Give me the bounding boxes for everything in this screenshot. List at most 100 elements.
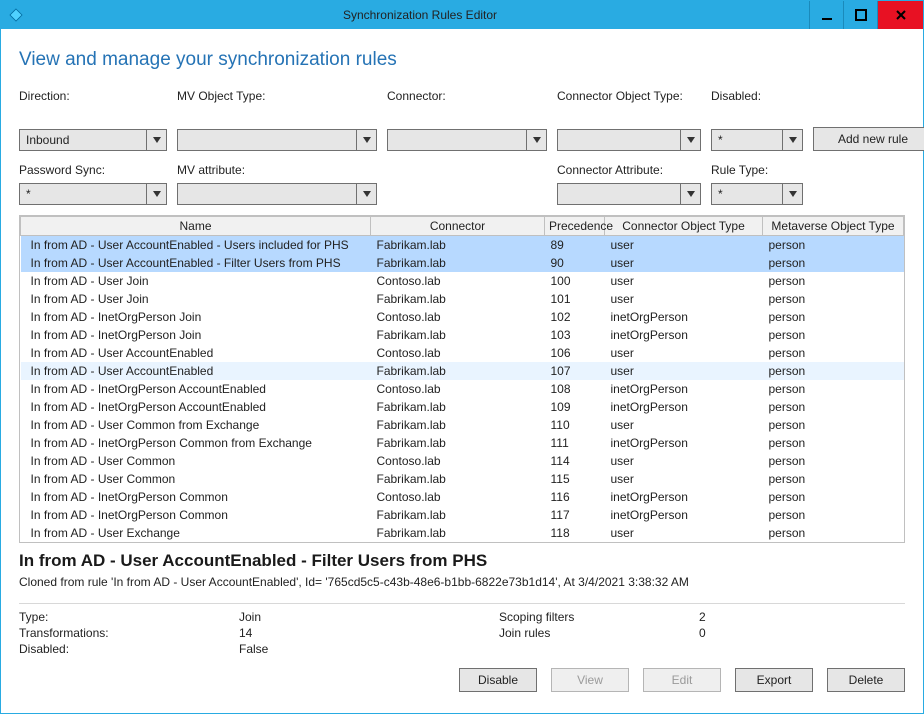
maximize-button[interactable] (843, 1, 877, 29)
cell-connector: Fabrikam.lab (371, 290, 545, 308)
mv-attribute-select[interactable] (177, 183, 377, 205)
window-title: Synchronization Rules Editor (31, 8, 809, 22)
table-row[interactable]: In from AD - InetOrgPerson Common from E… (21, 434, 904, 452)
cell-name: In from AD - User AccountEnabled (21, 362, 371, 380)
connector-object-type-label: Connector Object Type: (557, 89, 701, 103)
close-button[interactable] (877, 1, 923, 29)
chevron-down-icon (680, 184, 700, 204)
table-row[interactable]: In from AD - User JoinContoso.lab100user… (21, 272, 904, 290)
direction-select[interactable]: Inbound (19, 129, 167, 151)
cell-metaverse-object-type: person (763, 452, 904, 470)
rules-table[interactable]: Name Connector Precedence Connector Obje… (19, 215, 905, 543)
cell-connector: Contoso.lab (371, 272, 545, 290)
password-sync-select[interactable]: * (19, 183, 167, 205)
cell-metaverse-object-type: person (763, 344, 904, 362)
col-metaverse-object-type[interactable]: Metaverse Object Type (763, 217, 904, 236)
mv-object-type-select[interactable] (177, 129, 377, 151)
password-sync-label: Password Sync: (19, 163, 167, 177)
cell-name: In from AD - User AccountEnabled - Users… (21, 236, 371, 255)
cell-metaverse-object-type: person (763, 470, 904, 488)
cell-metaverse-object-type: person (763, 362, 904, 380)
table-row[interactable]: In from AD - User AccountEnabled - Users… (21, 236, 904, 255)
cell-precedence: 110 (545, 416, 605, 434)
detail-type-label: Type: (19, 610, 239, 624)
cell-precedence: 90 (545, 254, 605, 272)
cell-connector: Contoso.lab (371, 380, 545, 398)
col-name[interactable]: Name (21, 217, 371, 236)
table-row[interactable]: In from AD - User JoinFabrikam.lab101use… (21, 290, 904, 308)
cell-precedence: 101 (545, 290, 605, 308)
edit-button[interactable]: Edit (643, 668, 721, 692)
table-row[interactable]: In from AD - InetOrgPerson JoinContoso.l… (21, 308, 904, 326)
cell-metaverse-object-type: person (763, 236, 904, 255)
cell-precedence: 111 (545, 434, 605, 452)
cell-connector-object-type: user (605, 470, 763, 488)
mv-attribute-label: MV attribute: (177, 163, 377, 177)
cell-connector: Fabrikam.lab (371, 362, 545, 380)
cell-connector-object-type: user (605, 452, 763, 470)
cell-connector: Contoso.lab (371, 452, 545, 470)
disable-button[interactable]: Disable (459, 668, 537, 692)
col-connector[interactable]: Connector (371, 217, 545, 236)
delete-button[interactable]: Delete (827, 668, 905, 692)
detail-scoping-label: Scoping filters (499, 610, 699, 624)
cell-precedence: 107 (545, 362, 605, 380)
cell-connector-object-type: user (605, 272, 763, 290)
table-row[interactable]: In from AD - User ExchangeFabrikam.lab11… (21, 524, 904, 542)
connector-select[interactable] (387, 129, 547, 151)
cell-connector: Fabrikam.lab (371, 236, 545, 255)
detail-joinrules-value: 0 (699, 626, 779, 640)
cell-connector: Fabrikam.lab (371, 524, 545, 542)
cell-connector: Contoso.lab (371, 344, 545, 362)
mv-object-type-label: MV Object Type: (177, 89, 377, 103)
cell-connector: Fabrikam.lab (371, 470, 545, 488)
cell-name: In from AD - InetOrgPerson Common (21, 488, 371, 506)
chevron-down-icon (680, 130, 700, 150)
table-row[interactable]: In from AD - User AccountEnabled - Filte… (21, 254, 904, 272)
titlebar[interactable]: Synchronization Rules Editor (1, 1, 923, 29)
disabled-value: * (718, 133, 723, 147)
cell-name: In from AD - InetOrgPerson Join (21, 326, 371, 344)
cell-connector-object-type: inetOrgPerson (605, 380, 763, 398)
table-row[interactable]: In from AD - User CommonFabrikam.lab115u… (21, 470, 904, 488)
cell-connector-object-type: inetOrgPerson (605, 308, 763, 326)
col-connector-object-type[interactable]: Connector Object Type (605, 217, 763, 236)
cell-connector-object-type: user (605, 416, 763, 434)
cell-metaverse-object-type: person (763, 488, 904, 506)
table-row[interactable]: In from AD - User CommonContoso.lab114us… (21, 452, 904, 470)
table-row[interactable]: In from AD - InetOrgPerson AccountEnable… (21, 398, 904, 416)
connector-object-type-select[interactable] (557, 129, 701, 151)
table-row[interactable]: In from AD - InetOrgPerson JoinFabrikam.… (21, 326, 904, 344)
cell-connector-object-type: user (605, 524, 763, 542)
cell-connector: Contoso.lab (371, 488, 545, 506)
disabled-select[interactable]: * (711, 129, 803, 151)
rule-type-select[interactable]: * (711, 183, 803, 205)
view-button[interactable]: View (551, 668, 629, 692)
cell-name: In from AD - User AccountEnabled - Filte… (21, 254, 371, 272)
chevron-down-icon (146, 130, 166, 150)
cell-name: In from AD - User Common (21, 470, 371, 488)
cell-connector: Fabrikam.lab (371, 506, 545, 524)
add-new-rule-button[interactable]: Add new rule (813, 127, 924, 151)
rule-detail-heading: In from AD - User AccountEnabled - Filte… (19, 551, 905, 571)
chevron-down-icon (356, 130, 376, 150)
detail-disabled-value: False (239, 642, 499, 656)
table-row[interactable]: In from AD - InetOrgPerson AccountEnable… (21, 380, 904, 398)
cell-precedence: 89 (545, 236, 605, 255)
cell-metaverse-object-type: person (763, 434, 904, 452)
cell-metaverse-object-type: person (763, 506, 904, 524)
table-row[interactable]: In from AD - InetOrgPerson CommonContoso… (21, 488, 904, 506)
cell-connector: Fabrikam.lab (371, 254, 545, 272)
minimize-button[interactable] (809, 1, 843, 29)
col-precedence[interactable]: Precedence (545, 217, 605, 236)
cell-precedence: 117 (545, 506, 605, 524)
password-sync-value: * (26, 187, 31, 201)
connector-attribute-select[interactable] (557, 183, 701, 205)
page-title: View and manage your synchronization rul… (19, 49, 905, 71)
table-row[interactable]: In from AD - User AccountEnabledFabrikam… (21, 362, 904, 380)
export-button[interactable]: Export (735, 668, 813, 692)
detail-joinrules-label: Join rules (499, 626, 699, 640)
table-row[interactable]: In from AD - InetOrgPerson CommonFabrika… (21, 506, 904, 524)
table-row[interactable]: In from AD - User AccountEnabledContoso.… (21, 344, 904, 362)
table-row[interactable]: In from AD - User Common from ExchangeFa… (21, 416, 904, 434)
